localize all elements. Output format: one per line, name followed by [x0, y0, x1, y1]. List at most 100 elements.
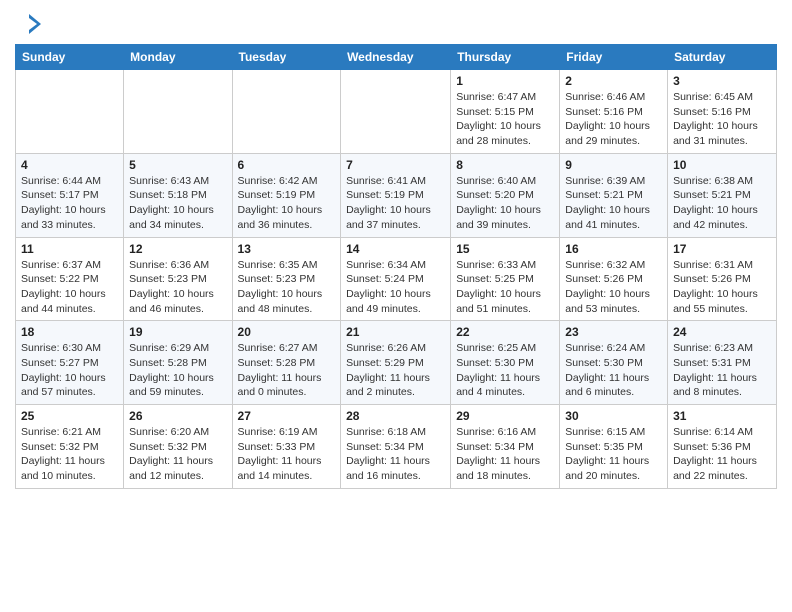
day-number: 4 — [21, 158, 118, 172]
day-number: 25 — [21, 409, 118, 423]
calendar-cell — [124, 70, 232, 154]
calendar-cell: 15 Sunrise: 6:33 AMSunset: 5:25 PMDayligh… — [451, 237, 560, 321]
day-info: Sunrise: 6:31 AMSunset: 5:26 PMDaylight:… — [673, 258, 771, 317]
calendar-cell: 16 Sunrise: 6:32 AMSunset: 5:26 PMDayligh… — [560, 237, 668, 321]
day-header-wednesday: Wednesday — [341, 45, 451, 70]
day-number: 15 — [456, 242, 554, 256]
calendar-cell: 19 Sunrise: 6:29 AMSunset: 5:28 PMDayligh… — [124, 321, 232, 405]
day-info: Sunrise: 6:29 AMSunset: 5:28 PMDaylight:… — [129, 341, 226, 400]
day-number: 19 — [129, 325, 226, 339]
day-info: Sunrise: 6:21 AMSunset: 5:32 PMDaylight:… — [21, 425, 118, 484]
day-number: 21 — [346, 325, 445, 339]
day-number: 18 — [21, 325, 118, 339]
calendar-week-row: 4Sunrise: 6:44 AMSunset: 5:17 PMDaylight… — [16, 153, 777, 237]
day-number: 1 — [456, 74, 554, 88]
day-header-monday: Monday — [124, 45, 232, 70]
calendar-cell: 7 Sunrise: 6:41 AMSunset: 5:19 PMDaylight… — [341, 153, 451, 237]
day-info: Sunrise: 6:35 AMSunset: 5:23 PMDaylight:… — [238, 258, 336, 317]
calendar-cell: 26Sunrise: 6:20 AMSunset: 5:32 PMDayligh… — [124, 405, 232, 489]
calendar-cell: 9 Sunrise: 6:39 AMSunset: 5:21 PMDaylight… — [560, 153, 668, 237]
calendar-cell: 2 Sunrise: 6:46 AMSunset: 5:16 PMDaylight… — [560, 70, 668, 154]
calendar-cell — [232, 70, 341, 154]
day-number: 9 — [565, 158, 662, 172]
calendar-cell: 30Sunrise: 6:15 AMSunset: 5:35 PMDayligh… — [560, 405, 668, 489]
day-header-thursday: Thursday — [451, 45, 560, 70]
calendar-cell: 23 Sunrise: 6:24 AMSunset: 5:30 PMDayligh… — [560, 321, 668, 405]
day-header-tuesday: Tuesday — [232, 45, 341, 70]
day-number: 11 — [21, 242, 118, 256]
day-number: 8 — [456, 158, 554, 172]
day-number: 22 — [456, 325, 554, 339]
day-number: 5 — [129, 158, 226, 172]
day-header-friday: Friday — [560, 45, 668, 70]
calendar-week-row: 18Sunrise: 6:30 AMSunset: 5:27 PMDayligh… — [16, 321, 777, 405]
calendar-cell: 5 Sunrise: 6:43 AMSunset: 5:18 PMDaylight… — [124, 153, 232, 237]
day-info: Sunrise: 6:24 AMSunset: 5:30 PMDaylight:… — [565, 341, 662, 400]
day-info: Sunrise: 6:26 AMSunset: 5:29 PMDaylight:… — [346, 341, 445, 400]
calendar-cell: 17Sunrise: 6:31 AMSunset: 5:26 PMDayligh… — [668, 237, 777, 321]
day-info: Sunrise: 6:36 AMSunset: 5:23 PMDaylight:… — [129, 258, 226, 317]
day-info: Sunrise: 6:20 AMSunset: 5:32 PMDaylight:… — [129, 425, 226, 484]
day-info: Sunrise: 6:33 AMSunset: 5:25 PMDaylight:… — [456, 258, 554, 317]
calendar-cell: 11 Sunrise: 6:37 AMSunset: 5:22 PMDayligh… — [16, 237, 124, 321]
day-number: 28 — [346, 409, 445, 423]
day-info: Sunrise: 6:43 AMSunset: 5:18 PMDaylight:… — [129, 174, 226, 233]
calendar-cell: 8 Sunrise: 6:40 AMSunset: 5:20 PMDaylight… — [451, 153, 560, 237]
calendar-cell: 29 Sunrise: 6:16 AMSunset: 5:34 PMDayligh… — [451, 405, 560, 489]
day-info: Sunrise: 6:46 AMSunset: 5:16 PMDaylight:… — [565, 90, 662, 149]
day-number: 6 — [238, 158, 336, 172]
day-number: 30 — [565, 409, 662, 423]
calendar-cell: 31 Sunrise: 6:14 AMSunset: 5:36 PMDayligh… — [668, 405, 777, 489]
calendar-cell — [341, 70, 451, 154]
calendar-cell: 3 Sunrise: 6:45 AMSunset: 5:16 PMDaylight… — [668, 70, 777, 154]
calendar-cell: 22 Sunrise: 6:25 AMSunset: 5:30 PMDayligh… — [451, 321, 560, 405]
day-info: Sunrise: 6:41 AMSunset: 5:19 PMDaylight:… — [346, 174, 445, 233]
day-number: 24 — [673, 325, 771, 339]
day-info: Sunrise: 6:40 AMSunset: 5:20 PMDaylight:… — [456, 174, 554, 233]
day-info: Sunrise: 6:19 AMSunset: 5:33 PMDaylight:… — [238, 425, 336, 484]
calendar-table: SundayMondayTuesdayWednesdayThursdayFrid… — [15, 44, 777, 489]
calendar-cell: 13 Sunrise: 6:35 AMSunset: 5:23 PMDayligh… — [232, 237, 341, 321]
calendar-cell: 14 Sunrise: 6:34 AMSunset: 5:24 PMDayligh… — [341, 237, 451, 321]
day-header-sunday: Sunday — [16, 45, 124, 70]
calendar-cell: 18Sunrise: 6:30 AMSunset: 5:27 PMDayligh… — [16, 321, 124, 405]
day-number: 23 — [565, 325, 662, 339]
day-header-saturday: Saturday — [668, 45, 777, 70]
day-number: 14 — [346, 242, 445, 256]
day-number: 31 — [673, 409, 771, 423]
day-number: 13 — [238, 242, 336, 256]
day-number: 16 — [565, 242, 662, 256]
day-info: Sunrise: 6:23 AMSunset: 5:31 PMDaylight:… — [673, 341, 771, 400]
calendar-week-row: 1Sunrise: 6:47 AMSunset: 5:15 PMDaylight… — [16, 70, 777, 154]
calendar-cell: 21 Sunrise: 6:26 AMSunset: 5:29 PMDayligh… — [341, 321, 451, 405]
day-number: 12 — [129, 242, 226, 256]
day-number: 27 — [238, 409, 336, 423]
calendar-cell — [16, 70, 124, 154]
day-info: Sunrise: 6:27 AMSunset: 5:28 PMDaylight:… — [238, 341, 336, 400]
calendar-week-row: 11 Sunrise: 6:37 AMSunset: 5:22 PMDayligh… — [16, 237, 777, 321]
day-info: Sunrise: 6:39 AMSunset: 5:21 PMDaylight:… — [565, 174, 662, 233]
day-number: 3 — [673, 74, 771, 88]
day-info: Sunrise: 6:16 AMSunset: 5:34 PMDaylight:… — [456, 425, 554, 484]
calendar-header-row: SundayMondayTuesdayWednesdayThursdayFrid… — [16, 45, 777, 70]
day-info: Sunrise: 6:37 AMSunset: 5:22 PMDaylight:… — [21, 258, 118, 317]
day-number: 2 — [565, 74, 662, 88]
day-info: Sunrise: 6:14 AMSunset: 5:36 PMDaylight:… — [673, 425, 771, 484]
calendar-cell: 27 Sunrise: 6:19 AMSunset: 5:33 PMDayligh… — [232, 405, 341, 489]
calendar-cell: 24 Sunrise: 6:23 AMSunset: 5:31 PMDayligh… — [668, 321, 777, 405]
calendar-cell: 20Sunrise: 6:27 AMSunset: 5:28 PMDayligh… — [232, 321, 341, 405]
day-info: Sunrise: 6:34 AMSunset: 5:24 PMDaylight:… — [346, 258, 445, 317]
day-info: Sunrise: 6:38 AMSunset: 5:21 PMDaylight:… — [673, 174, 771, 233]
logo — [15, 10, 47, 38]
calendar-cell: 6Sunrise: 6:42 AMSunset: 5:19 PMDaylight… — [232, 153, 341, 237]
day-info: Sunrise: 6:18 AMSunset: 5:34 PMDaylight:… — [346, 425, 445, 484]
calendar-cell: 12 Sunrise: 6:36 AMSunset: 5:23 PMDayligh… — [124, 237, 232, 321]
day-number: 29 — [456, 409, 554, 423]
calendar-week-row: 25 Sunrise: 6:21 AMSunset: 5:32 PMDayligh… — [16, 405, 777, 489]
calendar-cell: 10Sunrise: 6:38 AMSunset: 5:21 PMDayligh… — [668, 153, 777, 237]
day-info: Sunrise: 6:25 AMSunset: 5:30 PMDaylight:… — [456, 341, 554, 400]
day-number: 7 — [346, 158, 445, 172]
day-info: Sunrise: 6:45 AMSunset: 5:16 PMDaylight:… — [673, 90, 771, 149]
logo-icon — [15, 10, 43, 38]
day-info: Sunrise: 6:32 AMSunset: 5:26 PMDaylight:… — [565, 258, 662, 317]
